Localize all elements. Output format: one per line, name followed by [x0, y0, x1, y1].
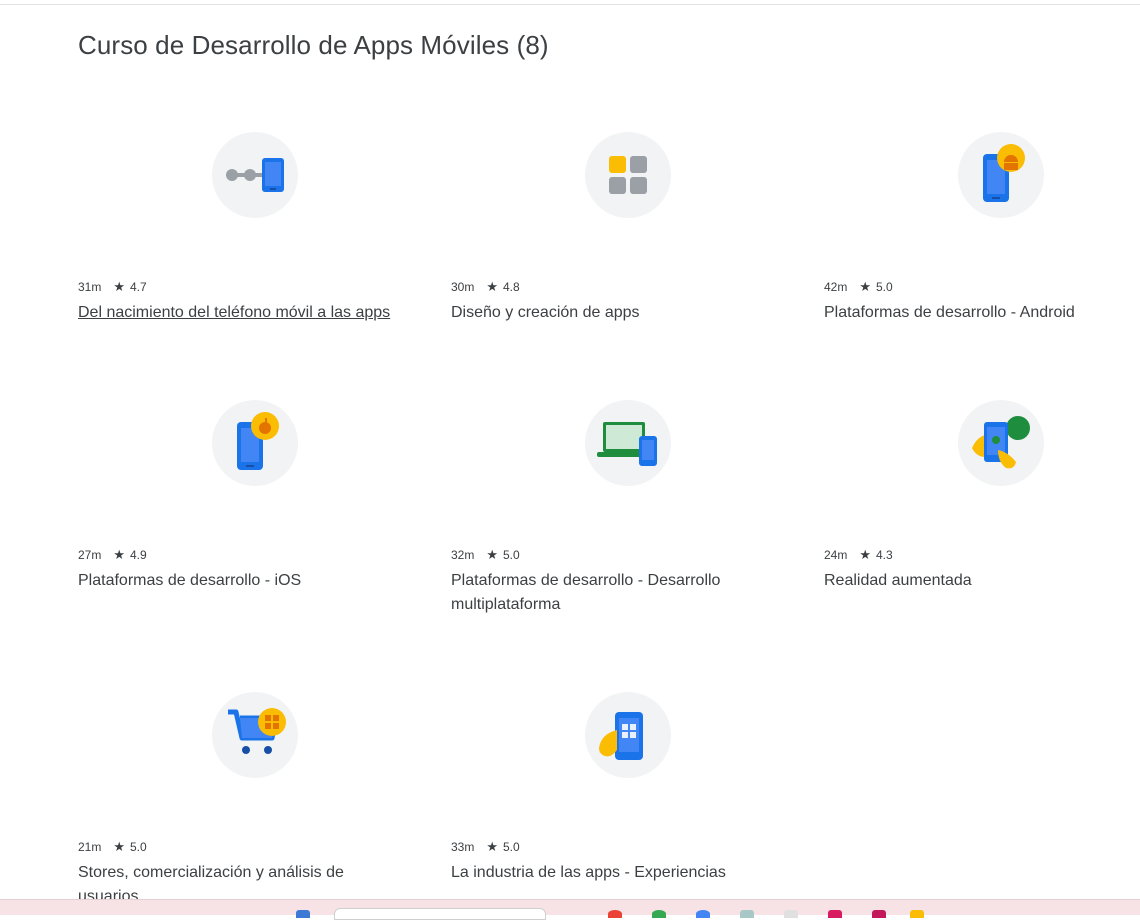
augmented-reality-icon [958, 400, 1044, 486]
shopping-cart-icon [212, 692, 298, 778]
app-icon[interactable] [910, 910, 924, 918]
app-icon[interactable] [652, 910, 666, 918]
course-meta: 32m ★ 5.0 [451, 547, 520, 563]
star-icon: ★ [113, 279, 125, 294]
laptop-phone-icon [585, 400, 671, 486]
course-meta: 31m ★ 4.7 [78, 279, 147, 295]
course-title[interactable]: Plataformas de desarrollo - Android [824, 301, 1134, 325]
app-icon[interactable] [740, 910, 754, 918]
course-title[interactable]: Plataformas de desarrollo - Desarrollo m… [451, 569, 751, 617]
top-divider [0, 4, 1140, 5]
rating: 5.0 [130, 840, 147, 854]
course-meta: 27m ★ 4.9 [78, 547, 147, 563]
app-icon[interactable] [608, 910, 622, 918]
duration: 42m [824, 280, 848, 294]
app-grid-icon [585, 132, 671, 218]
star-icon: ★ [486, 839, 498, 854]
star-icon: ★ [859, 547, 871, 562]
ios-phone-icon [212, 400, 298, 486]
hand-phone-icon [585, 692, 671, 778]
star-icon: ★ [486, 547, 498, 562]
course-title[interactable]: Realidad aumentada [824, 569, 1124, 593]
app-icon[interactable] [828, 910, 842, 918]
rating: 5.0 [876, 280, 893, 294]
star-icon: ★ [859, 279, 871, 294]
page-title: Curso de Desarrollo de Apps Móviles (8) [78, 30, 549, 60]
rating: 5.0 [503, 548, 520, 562]
duration: 32m [451, 548, 475, 562]
rating: 5.0 [503, 840, 520, 854]
course-title[interactable]: La industria de las apps - Experiencias [451, 861, 771, 885]
duration: 33m [451, 840, 475, 854]
rating: 4.3 [876, 548, 893, 562]
app-icon[interactable] [872, 910, 886, 918]
rating: 4.7 [130, 280, 147, 294]
rating: 4.8 [503, 280, 520, 294]
duration: 30m [451, 280, 475, 294]
star-icon: ★ [486, 279, 498, 294]
duration: 21m [78, 840, 102, 854]
app-icon[interactable] [696, 910, 710, 918]
course-meta: 33m ★ 5.0 [451, 839, 520, 855]
rating: 4.9 [130, 548, 147, 562]
search-box[interactable] [334, 908, 546, 920]
star-icon: ★ [113, 547, 125, 562]
course-title-link[interactable]: Del nacimiento del teléfono móvil a las … [78, 301, 418, 325]
start-icon[interactable] [296, 910, 310, 918]
duration: 31m [78, 280, 102, 294]
app-icon[interactable] [784, 910, 798, 918]
course-title[interactable]: Plataformas de desarrollo - iOS [78, 569, 378, 593]
duration: 27m [78, 548, 102, 562]
taskbar [0, 899, 1140, 920]
android-phone-icon [958, 132, 1044, 218]
phone-connection-icon [212, 132, 298, 218]
course-meta: 21m ★ 5.0 [78, 839, 147, 855]
duration: 24m [824, 548, 848, 562]
course-meta: 30m ★ 4.8 [451, 279, 520, 295]
star-icon: ★ [113, 839, 125, 854]
course-meta: 24m ★ 4.3 [824, 547, 893, 563]
course-meta: 42m ★ 5.0 [824, 279, 893, 295]
course-title[interactable]: Diseño y creación de apps [451, 301, 751, 325]
